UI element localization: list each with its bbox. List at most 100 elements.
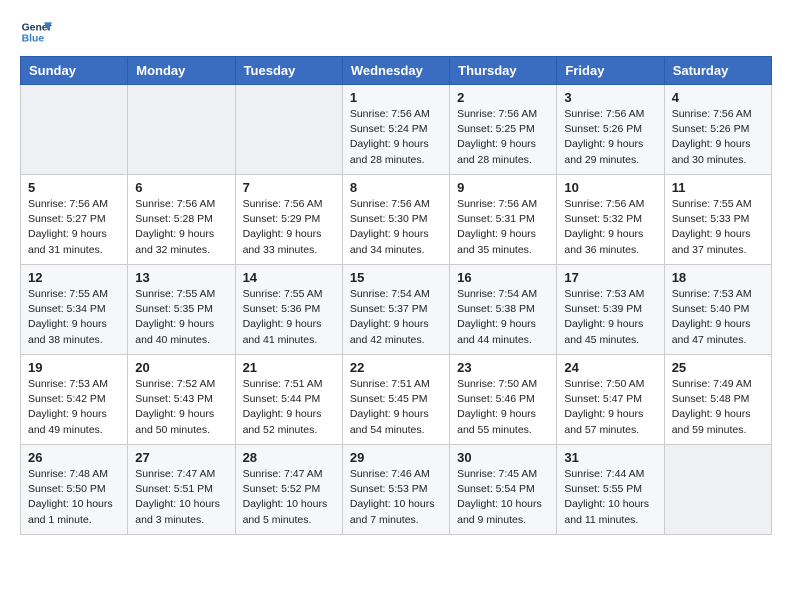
calendar-cell: 23 Sunrise: 7:50 AM Sunset: 5:46 PM Dayli… [450, 355, 557, 445]
calendar-cell [128, 85, 235, 175]
day-number: 14 [243, 270, 335, 285]
calendar-cell: 25 Sunrise: 7:49 AM Sunset: 5:48 PM Dayli… [664, 355, 771, 445]
day-number: 11 [672, 180, 764, 195]
calendar-cell: 15Sunrise: 7:54 AM Sunset: 5:37 PM Dayli… [342, 265, 449, 355]
day-info: Sunrise: 7:49 AM Sunset: 5:48 PM Dayligh… [672, 377, 764, 438]
calendar-cell: 31 Sunrise: 7:44 AM Sunset: 5:55 PM Dayli… [557, 445, 664, 535]
calendar-week-3: 12 Sunrise: 7:55 AM Sunset: 5:34 PM Dayli… [21, 265, 772, 355]
header-cell-thursday: Thursday [450, 57, 557, 85]
day-info: Sunrise: 7:52 AM Sunset: 5:43 PM Dayligh… [135, 377, 227, 438]
day-info: Sunrise: 7:56 AM Sunset: 5:29 PM Dayligh… [243, 197, 335, 258]
calendar-cell: 16Sunrise: 7:54 AM Sunset: 5:38 PM Dayli… [450, 265, 557, 355]
calendar-cell: 13 Sunrise: 7:55 AM Sunset: 5:35 PM Dayli… [128, 265, 235, 355]
day-info: Sunrise: 7:53 AM Sunset: 5:42 PM Dayligh… [28, 377, 120, 438]
logo: General Blue [20, 16, 56, 48]
day-info: Sunrise: 7:56 AM Sunset: 5:32 PM Dayligh… [564, 197, 656, 258]
day-info: Sunrise: 7:44 AM Sunset: 5:55 PM Dayligh… [564, 467, 656, 528]
day-number: 12 [28, 270, 120, 285]
logo-icon: General Blue [20, 16, 52, 48]
calendar-cell: 4 Sunrise: 7:56 AM Sunset: 5:26 PM Daylig… [664, 85, 771, 175]
day-number: 27 [135, 450, 227, 465]
calendar-week-4: 19 Sunrise: 7:53 AM Sunset: 5:42 PM Dayli… [21, 355, 772, 445]
day-info: Sunrise: 7:53 AM Sunset: 5:39 PM Dayligh… [564, 287, 656, 348]
calendar-cell: 20Sunrise: 7:52 AM Sunset: 5:43 PM Dayli… [128, 355, 235, 445]
calendar-cell: 7Sunrise: 7:56 AM Sunset: 5:29 PM Daylig… [235, 175, 342, 265]
day-number: 25 [672, 360, 764, 375]
day-info: Sunrise: 7:56 AM Sunset: 5:27 PM Dayligh… [28, 197, 120, 258]
day-number: 13 [135, 270, 227, 285]
day-number: 5 [28, 180, 120, 195]
calendar-cell: 27Sunrise: 7:47 AM Sunset: 5:51 PM Dayli… [128, 445, 235, 535]
day-number: 21 [243, 360, 335, 375]
day-info: Sunrise: 7:56 AM Sunset: 5:26 PM Dayligh… [672, 107, 764, 168]
header-cell-wednesday: Wednesday [342, 57, 449, 85]
day-number: 19 [28, 360, 120, 375]
day-info: Sunrise: 7:50 AM Sunset: 5:46 PM Dayligh… [457, 377, 549, 438]
calendar-cell: 17 Sunrise: 7:53 AM Sunset: 5:39 PM Dayli… [557, 265, 664, 355]
calendar-cell: 9 Sunrise: 7:56 AM Sunset: 5:31 PM Daylig… [450, 175, 557, 265]
day-info: Sunrise: 7:56 AM Sunset: 5:24 PM Dayligh… [350, 107, 442, 168]
day-number: 2 [457, 90, 549, 105]
day-number: 15 [350, 270, 442, 285]
calendar-week-2: 5 Sunrise: 7:56 AM Sunset: 5:27 PM Daylig… [21, 175, 772, 265]
calendar-cell: 8Sunrise: 7:56 AM Sunset: 5:30 PM Daylig… [342, 175, 449, 265]
header-cell-tuesday: Tuesday [235, 57, 342, 85]
header-cell-monday: Monday [128, 57, 235, 85]
day-number: 10 [564, 180, 656, 195]
header-cell-friday: Friday [557, 57, 664, 85]
day-number: 9 [457, 180, 549, 195]
header: General Blue [20, 16, 772, 48]
day-number: 4 [672, 90, 764, 105]
calendar-cell: 5 Sunrise: 7:56 AM Sunset: 5:27 PM Daylig… [21, 175, 128, 265]
day-info: Sunrise: 7:45 AM Sunset: 5:54 PM Dayligh… [457, 467, 549, 528]
calendar-cell: 14 Sunrise: 7:55 AM Sunset: 5:36 PM Dayli… [235, 265, 342, 355]
calendar-week-1: 1 Sunrise: 7:56 AM Sunset: 5:24 PM Daylig… [21, 85, 772, 175]
day-number: 28 [243, 450, 335, 465]
calendar-cell [21, 85, 128, 175]
calendar-cell: 10 Sunrise: 7:56 AM Sunset: 5:32 PM Dayli… [557, 175, 664, 265]
day-number: 22 [350, 360, 442, 375]
calendar-cell: 29 Sunrise: 7:46 AM Sunset: 5:53 PM Dayli… [342, 445, 449, 535]
calendar-cell: 6 Sunrise: 7:56 AM Sunset: 5:28 PM Daylig… [128, 175, 235, 265]
day-number: 16 [457, 270, 549, 285]
day-info: Sunrise: 7:55 AM Sunset: 5:36 PM Dayligh… [243, 287, 335, 348]
header-cell-saturday: Saturday [664, 57, 771, 85]
day-info: Sunrise: 7:56 AM Sunset: 5:26 PM Dayligh… [564, 107, 656, 168]
day-info: Sunrise: 7:50 AM Sunset: 5:47 PM Dayligh… [564, 377, 656, 438]
calendar-cell: 19 Sunrise: 7:53 AM Sunset: 5:42 PM Dayli… [21, 355, 128, 445]
header-row: SundayMondayTuesdayWednesdayThursdayFrid… [21, 57, 772, 85]
day-number: 30 [457, 450, 549, 465]
day-number: 8 [350, 180, 442, 195]
calendar-cell: 1 Sunrise: 7:56 AM Sunset: 5:24 PM Daylig… [342, 85, 449, 175]
day-number: 29 [350, 450, 442, 465]
day-info: Sunrise: 7:56 AM Sunset: 5:28 PM Dayligh… [135, 197, 227, 258]
calendar-cell: 18Sunrise: 7:53 AM Sunset: 5:40 PM Dayli… [664, 265, 771, 355]
day-info: Sunrise: 7:55 AM Sunset: 5:34 PM Dayligh… [28, 287, 120, 348]
day-info: Sunrise: 7:55 AM Sunset: 5:35 PM Dayligh… [135, 287, 227, 348]
calendar-body: 1 Sunrise: 7:56 AM Sunset: 5:24 PM Daylig… [21, 85, 772, 535]
calendar-cell: 2Sunrise: 7:56 AM Sunset: 5:25 PM Daylig… [450, 85, 557, 175]
calendar-cell: 22 Sunrise: 7:51 AM Sunset: 5:45 PM Dayli… [342, 355, 449, 445]
day-number: 31 [564, 450, 656, 465]
header-cell-sunday: Sunday [21, 57, 128, 85]
day-info: Sunrise: 7:51 AM Sunset: 5:44 PM Dayligh… [243, 377, 335, 438]
day-number: 6 [135, 180, 227, 195]
day-number: 23 [457, 360, 549, 375]
calendar-cell [664, 445, 771, 535]
calendar-cell: 28 Sunrise: 7:47 AM Sunset: 5:52 PM Dayli… [235, 445, 342, 535]
calendar-cell: 30 Sunrise: 7:45 AM Sunset: 5:54 PM Dayli… [450, 445, 557, 535]
calendar-cell [235, 85, 342, 175]
day-info: Sunrise: 7:47 AM Sunset: 5:52 PM Dayligh… [243, 467, 335, 528]
day-info: Sunrise: 7:48 AM Sunset: 5:50 PM Dayligh… [28, 467, 120, 528]
day-info: Sunrise: 7:51 AM Sunset: 5:45 PM Dayligh… [350, 377, 442, 438]
day-info: Sunrise: 7:55 AM Sunset: 5:33 PM Dayligh… [672, 197, 764, 258]
calendar-cell: 26Sunrise: 7:48 AM Sunset: 5:50 PM Dayli… [21, 445, 128, 535]
calendar-week-5: 26Sunrise: 7:48 AM Sunset: 5:50 PM Dayli… [21, 445, 772, 535]
day-number: 17 [564, 270, 656, 285]
page: General Blue SundayMondayTuesdayWednesda… [0, 0, 792, 545]
day-info: Sunrise: 7:46 AM Sunset: 5:53 PM Dayligh… [350, 467, 442, 528]
calendar-cell: 21 Sunrise: 7:51 AM Sunset: 5:44 PM Dayli… [235, 355, 342, 445]
day-number: 1 [350, 90, 442, 105]
day-number: 3 [564, 90, 656, 105]
day-info: Sunrise: 7:56 AM Sunset: 5:31 PM Dayligh… [457, 197, 549, 258]
